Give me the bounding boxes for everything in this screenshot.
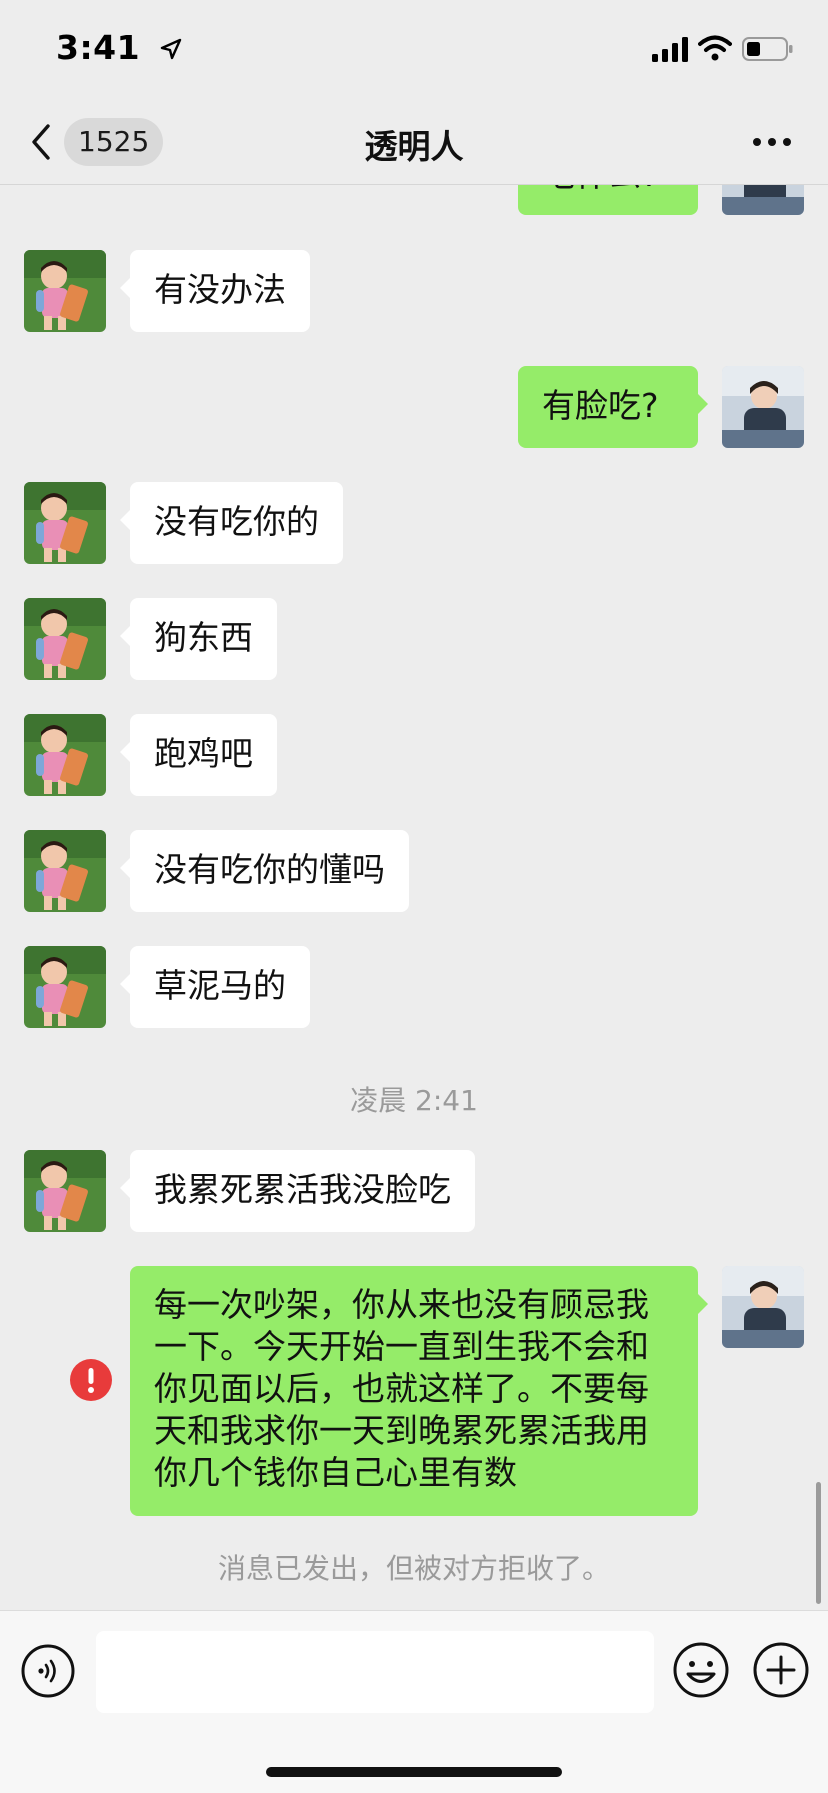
contact-avatar[interactable]: [24, 946, 106, 1028]
contact-avatar[interactable]: [24, 1150, 106, 1232]
message-bubble-incoming[interactable]: 跑鸡吧: [120, 714, 277, 796]
voice-icon[interactable]: [20, 1643, 76, 1699]
chat-title: 透明人: [364, 127, 464, 166]
contact-avatar[interactable]: [24, 830, 106, 912]
message-list[interactable]: 吃什么? 有没办法 有脸吃? 没有吃你的 狗东西 跑鸡吧 没有吃你的懂吗 草泥马…: [0, 185, 828, 1610]
scrollbar[interactable]: [816, 1482, 821, 1604]
cellular-signal-icon: [652, 37, 688, 62]
my-avatar[interactable]: [722, 185, 804, 215]
message-bubble-incoming[interactable]: 草泥马的: [120, 946, 310, 1028]
error-icon[interactable]: [70, 1359, 112, 1401]
plus-icon[interactable]: [752, 1641, 810, 1699]
my-avatar[interactable]: [722, 366, 804, 448]
message-bubble-incoming[interactable]: 有没办法: [120, 250, 310, 332]
message-bubble-outgoing[interactable]: 每一次吵架，你从来也没有顾忌我一下。今天开始一直到生我不会和你见面以后，也就这样…: [130, 1266, 708, 1516]
chat-header: 1525 透明人: [0, 100, 828, 185]
status-bar: 3:41: [0, 0, 828, 100]
wifi-icon: [698, 35, 732, 61]
emoji-icon[interactable]: [672, 1641, 730, 1699]
message-bubble-outgoing[interactable]: 有脸吃?: [518, 366, 708, 448]
home-indicator[interactable]: [266, 1767, 562, 1777]
message-input[interactable]: [96, 1631, 654, 1713]
more-dots-icon[interactable]: [752, 136, 792, 148]
my-avatar[interactable]: [722, 1266, 804, 1348]
contact-avatar[interactable]: [24, 482, 106, 564]
contact-avatar[interactable]: [24, 250, 106, 332]
message-bubble-outgoing[interactable]: 吃什么?: [518, 185, 698, 215]
message-bubble-incoming[interactable]: 没有吃你的懂吗: [120, 830, 409, 912]
message-bubble-incoming[interactable]: 狗东西: [120, 598, 277, 680]
clock: 3:41: [56, 28, 141, 67]
contact-avatar[interactable]: [24, 598, 106, 680]
message-bubble-incoming[interactable]: 没有吃你的: [120, 482, 343, 564]
battery-icon: [742, 37, 793, 61]
input-bar: [0, 1610, 828, 1793]
message-timestamp: 凌晨 2:41: [350, 1084, 478, 1117]
location-arrow-icon: [160, 38, 182, 60]
rejected-notice: 消息已发出，但被对方拒收了。: [217, 1552, 610, 1585]
message-bubble-incoming[interactable]: 我累死累活我没脸吃: [120, 1150, 475, 1232]
contact-avatar[interactable]: [24, 714, 106, 796]
